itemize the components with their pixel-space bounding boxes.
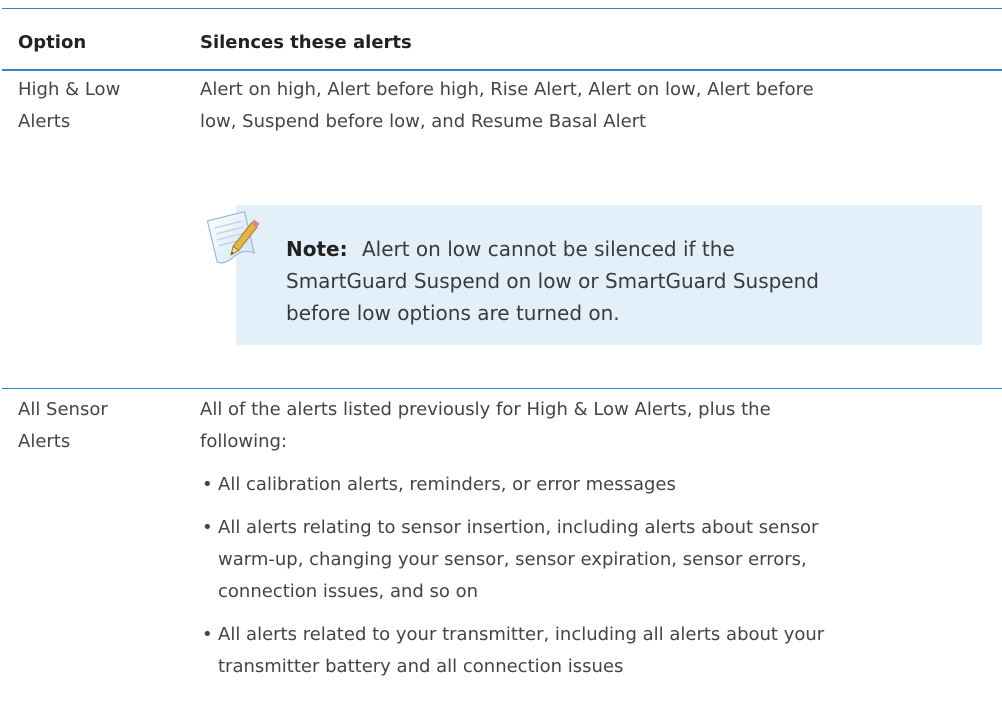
description-line: All of the alerts listed previously for … xyxy=(200,399,771,420)
description-line: Alert on high, Alert before high, Rise A… xyxy=(200,79,814,100)
row-high-low-description: Alert on high, Alert before high, Rise A… xyxy=(200,74,980,138)
note-text: Note: Alert on low cannot be silenced if… xyxy=(286,233,936,329)
note-line: before low options are turned on. xyxy=(286,301,620,325)
row-divider xyxy=(2,388,1002,389)
bullet-icon: • xyxy=(202,474,213,495)
bullet-line: All alerts related to your transmitter, … xyxy=(218,624,825,645)
header-rule xyxy=(2,69,1002,71)
option-line: High & Low xyxy=(18,79,121,100)
option-line: Alerts xyxy=(18,431,71,452)
bullet-line: connection issues, and so on xyxy=(218,581,479,602)
row-all-sensor-option: All Sensor Alerts xyxy=(18,394,178,458)
notepad-pencil-icon xyxy=(200,204,270,268)
option-line: Alerts xyxy=(18,111,71,132)
row-high-low-option: High & Low Alerts xyxy=(18,74,178,138)
option-line: All Sensor xyxy=(18,399,108,420)
header-silences: Silences these alerts xyxy=(200,32,412,53)
bullet-icon: • xyxy=(202,624,213,645)
list-item: • All calibration alerts, reminders, or … xyxy=(200,469,980,501)
table-top-rule xyxy=(2,8,1002,9)
description-line: following: xyxy=(200,431,287,452)
note-line-text: Alert on low cannot be silenced if the xyxy=(361,237,735,261)
list-item: • All alerts relating to sensor insertio… xyxy=(200,512,980,608)
bullet-icon: • xyxy=(202,517,213,538)
bullet-line: All calibration alerts, reminders, or er… xyxy=(218,474,676,495)
bullet-line: All alerts relating to sensor insertion,… xyxy=(218,517,819,538)
header-option: Option xyxy=(18,32,87,53)
sensor-alert-bullet-list: • All calibration alerts, reminders, or … xyxy=(200,469,980,694)
list-item: • All alerts related to your transmitter… xyxy=(200,619,980,683)
row-all-sensor-description: All of the alerts listed previously for … xyxy=(200,394,980,458)
note-label: Note: xyxy=(286,237,348,261)
bullet-line: transmitter battery and all connection i… xyxy=(218,656,624,677)
description-line: low, Suspend before low, and Resume Basa… xyxy=(200,111,647,132)
bullet-line: warm-up, changing your sensor, sensor ex… xyxy=(218,549,807,570)
note-line: Note: Alert on low cannot be silenced if… xyxy=(286,233,936,265)
note-line: SmartGuard Suspend on low or SmartGuard … xyxy=(286,269,819,293)
